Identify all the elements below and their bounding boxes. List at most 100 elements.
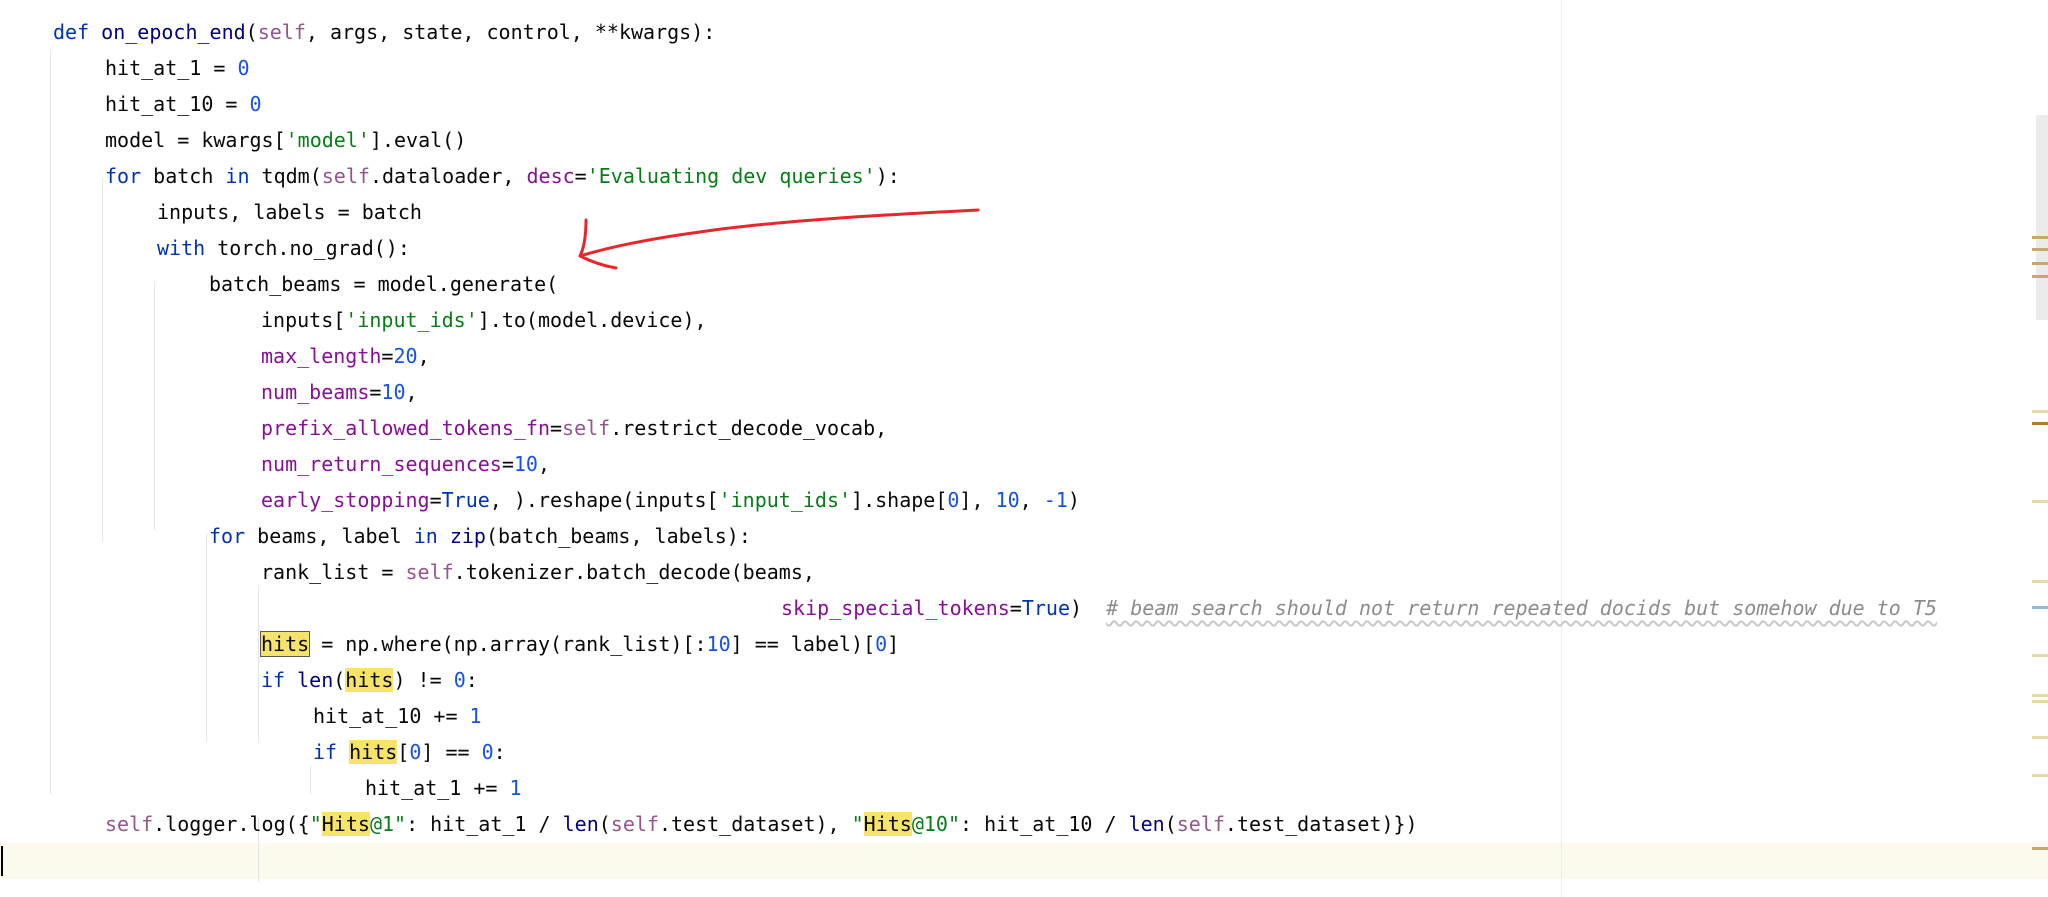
occurrence-highlight: hits [259, 631, 311, 657]
error-stripe-marker[interactable] [2032, 736, 2048, 739]
code-token: self [562, 416, 611, 440]
code-line[interactable]: num_return_sequences=10, [0, 446, 2030, 482]
code-token: -1 [1043, 488, 1068, 512]
line-code: def on_epoch_end(self, args, state, cont… [53, 14, 715, 50]
code-line[interactable]: inputs['input_ids'].to(model.device), [0, 302, 2030, 338]
code-token: : hit_at_10 / [960, 812, 1129, 836]
code-token: : [465, 668, 478, 692]
code-token: hit_at_1 += [365, 776, 510, 800]
error-stripe-marker[interactable] [2032, 580, 2048, 583]
code-line[interactable]: hit_at_10 += 1 [0, 698, 2030, 734]
code-token: zip [449, 524, 486, 548]
error-stripe-marker[interactable] [2032, 606, 2048, 609]
code-line[interactable]: num_beams=10, [0, 374, 2030, 410]
code-token: self [257, 20, 306, 44]
line-code: inputs['input_ids'].to(model.device), [261, 302, 707, 338]
code-line[interactable]: early_stopping=True, ).reshape(inputs['i… [0, 482, 2030, 518]
code-token: = [1009, 596, 1022, 620]
code-line[interactable]: if hits[0] == 0: [0, 734, 2030, 770]
error-stripe-marker[interactable] [2032, 422, 2048, 425]
code-token: beams, label [257, 524, 414, 548]
code-token: prefix_allowed_tokens_fn [261, 416, 550, 440]
code-token: tqdm( [261, 164, 322, 188]
code-token: , args, state, control, **kwargs): [305, 20, 716, 44]
line-code: hits = np.where(np.array(rank_list)[:10]… [259, 626, 899, 662]
scrollbar-thumb[interactable] [2036, 115, 2048, 320]
error-stripe-marker[interactable] [2032, 236, 2048, 239]
error-stripe-marker[interactable] [2032, 847, 2048, 850]
code-line[interactable]: if len(hits) != 0: [0, 662, 2030, 698]
code-line[interactable]: hit_at_1 += 1 [0, 770, 2030, 806]
code-token: , [417, 344, 430, 368]
code-token: in [225, 164, 262, 188]
code-token: = [369, 380, 382, 404]
line-code: model = kwargs['model'].eval() [105, 122, 466, 158]
line-code: num_beams=10, [261, 374, 418, 410]
error-stripe-marker[interactable] [2032, 248, 2048, 251]
code-token: # beam search should not return repeated… [1106, 596, 1937, 620]
code-token: len [562, 812, 599, 836]
code-line[interactable]: skip_special_tokens=True) # beam search … [0, 590, 2030, 626]
code-token: num_return_sequences [261, 452, 502, 476]
code-token: ( [598, 812, 611, 836]
code-token: (batch_beams, labels): [485, 524, 751, 548]
code-line[interactable]: hit_at_10 = 0 [0, 86, 2030, 122]
code-token: 0 [947, 488, 960, 512]
error-stripe-marker[interactable] [2032, 700, 2048, 703]
code-editor[interactable]: def on_epoch_end(self, args, state, cont… [0, 0, 2048, 897]
code-token: hit_at_10 += [313, 704, 470, 728]
code-token: ): [875, 164, 900, 188]
code-token: batch_beams = model.generate( [209, 272, 559, 296]
line-code: early_stopping=True, ).reshape(inputs['i… [261, 482, 1080, 518]
code-token: .test_dataset), [658, 812, 852, 836]
code-token: self [1176, 812, 1225, 836]
code-token: early_stopping [261, 488, 430, 512]
code-line[interactable]: rank_list = self.tokenizer.batch_decode(… [0, 554, 2030, 590]
code-token: self [321, 164, 370, 188]
code-token: ) [1070, 596, 1107, 620]
error-stripe-marker[interactable] [2032, 654, 2048, 657]
line-code: for batch in tqdm(self.dataloader, desc=… [105, 158, 900, 194]
code-token: ) [1067, 488, 1080, 512]
code-token: 'input_ids' [345, 308, 478, 332]
line-code: for beams, label in zip(batch_beams, lab… [209, 518, 751, 554]
code-line[interactable]: for batch in tqdm(self.dataloader, desc=… [0, 158, 2030, 194]
code-token: len [297, 668, 334, 692]
error-stripe-marker[interactable] [2032, 262, 2048, 265]
error-stripe-marker[interactable] [2032, 500, 2048, 503]
line-code: batch_beams = model.generate( [209, 266, 558, 302]
code-line[interactable]: inputs, labels = batch [0, 194, 2030, 230]
code-token: 10 [995, 488, 1020, 512]
code-token: 10 [381, 380, 406, 404]
code-token: ( [1164, 812, 1177, 836]
code-line[interactable]: with torch.no_grad(): [0, 230, 2030, 266]
code-token: 10 [513, 452, 538, 476]
line-code: with torch.no_grad(): [157, 230, 410, 266]
code-token: .logger.log({ [153, 812, 310, 836]
code-line[interactable]: prefix_allowed_tokens_fn=self.restrict_d… [0, 410, 2030, 446]
code-token: len [1128, 812, 1165, 836]
code-line[interactable]: self.logger.log({"Hits@1": hit_at_1 / le… [0, 806, 2030, 842]
code-token: , [405, 380, 418, 404]
code-token: in [413, 524, 450, 548]
error-stripe-marker[interactable] [2032, 275, 2048, 278]
code-line[interactable]: max_length=20, [0, 338, 2030, 374]
error-stripe-marker[interactable] [2032, 694, 2048, 697]
code-token: rank_list = [261, 560, 406, 584]
code-line[interactable]: hit_at_1 = 0 [0, 50, 2030, 86]
code-token: 0 [875, 632, 888, 656]
code-token: ) != [393, 668, 454, 692]
line-code: prefix_allowed_tokens_fn=self.restrict_d… [261, 410, 887, 446]
occurrence-highlight: Hits [321, 812, 370, 836]
code-line[interactable]: batch_beams = model.generate( [0, 266, 2030, 302]
code-line[interactable]: hits = np.where(np.array(rank_list)[:10]… [0, 626, 2030, 662]
error-stripe-marker[interactable] [2032, 774, 2048, 777]
code-token: .restrict_decode_vocab, [610, 416, 888, 440]
code-line[interactable]: def on_epoch_end(self, args, state, cont… [0, 14, 2030, 50]
code-line[interactable]: for beams, label in zip(batch_beams, lab… [0, 518, 2030, 554]
error-stripe-marker[interactable] [2032, 410, 2048, 413]
line-code: hit_at_1 += 1 [365, 770, 522, 806]
code-line[interactable]: model = kwargs['model'].eval() [0, 122, 2030, 158]
code-line[interactable] [0, 842, 2030, 878]
code-token: 20 [393, 344, 418, 368]
